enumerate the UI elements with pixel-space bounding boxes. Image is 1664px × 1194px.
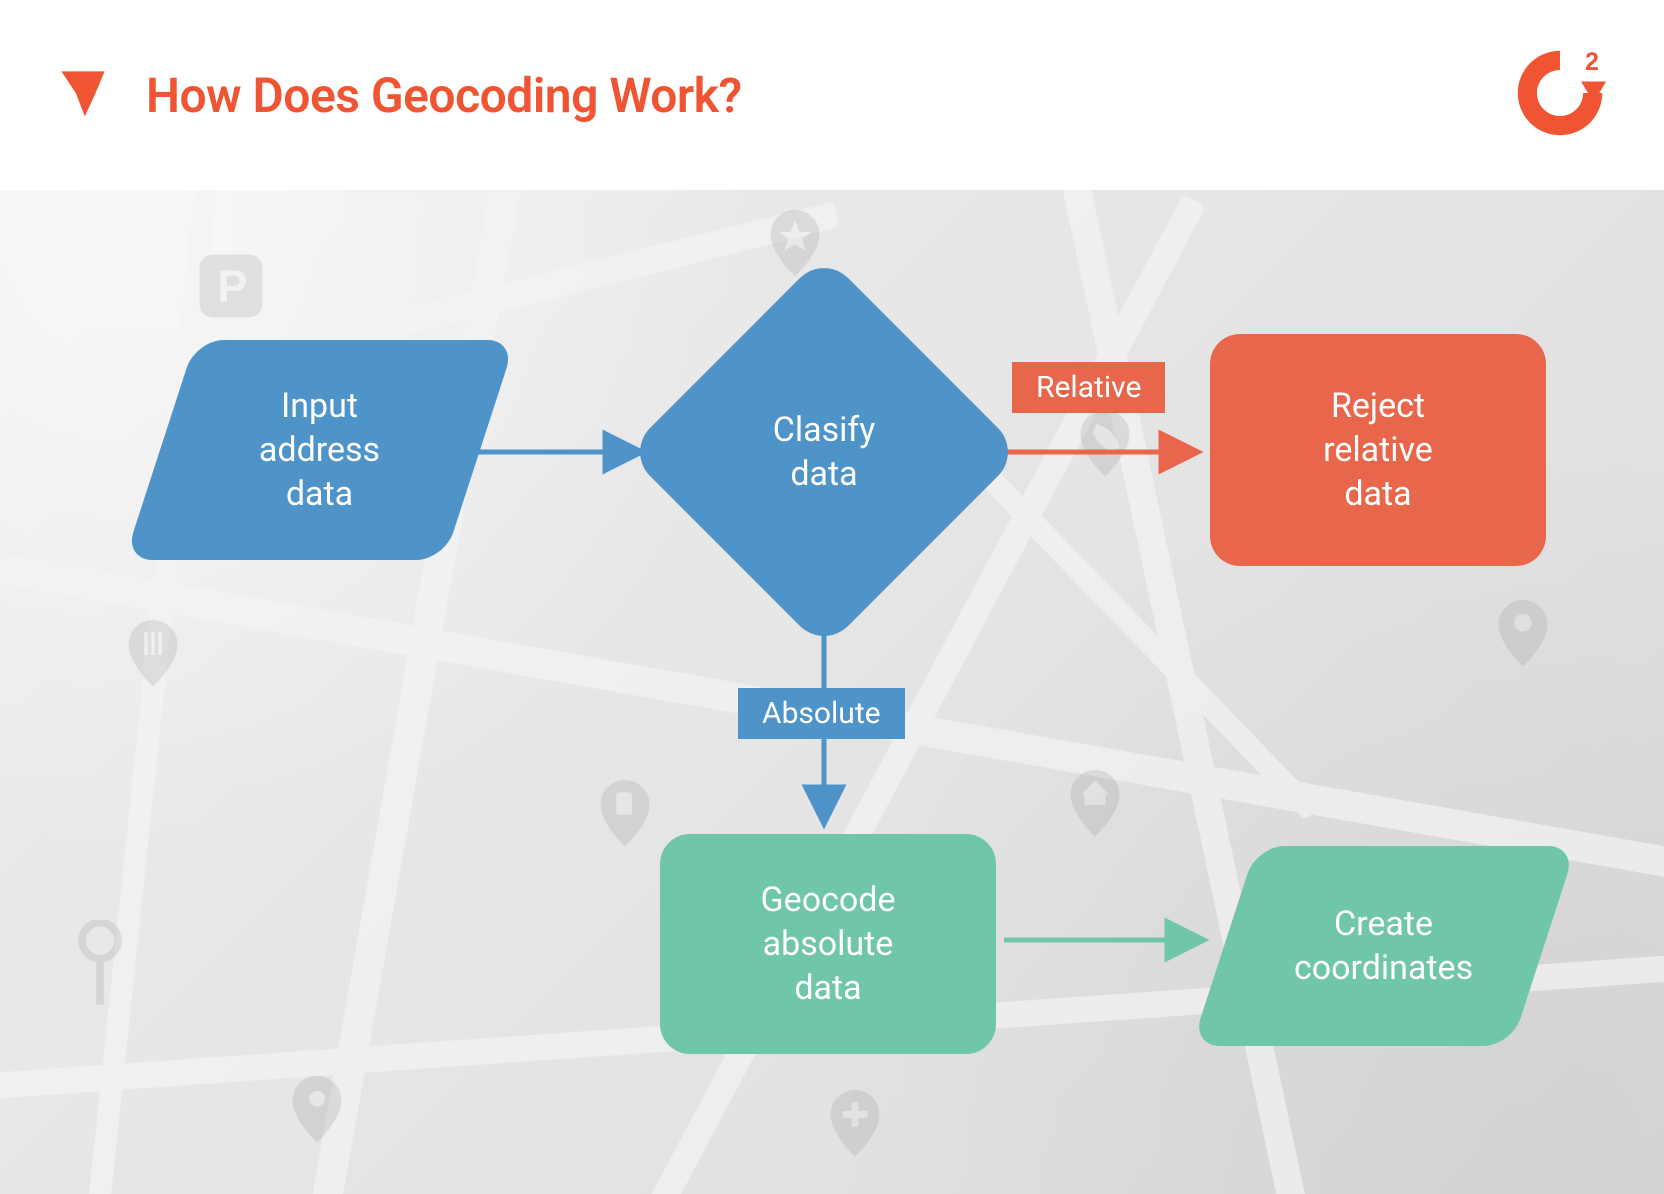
header: How Does Geocoding Work? 2 (0, 0, 1664, 190)
edge-label-relative: Relative (1012, 362, 1165, 413)
g2-logo-icon: 2 (1512, 45, 1608, 145)
node-input-label: Input address data (259, 384, 380, 517)
node-geocode-absolute: Geocode absolute data (660, 834, 996, 1054)
node-create-coordinates: Create coordinates (1192, 846, 1577, 1046)
node-coords-label: Create coordinates (1294, 902, 1473, 990)
flowchart: Input address data Clasify data Reject r… (0, 190, 1664, 1194)
node-classify-data: Clasify data (684, 312, 964, 592)
node-classify-label: Clasify data (773, 408, 876, 496)
header-left: How Does Geocoding Work? (56, 66, 742, 124)
breadcrumb-arrow-icon (56, 66, 110, 124)
diagram-canvas: P (0, 190, 1664, 1194)
page-title: How Does Geocoding Work? (146, 67, 742, 124)
svg-text:2: 2 (1585, 48, 1599, 76)
node-input-address: Input address data (124, 340, 515, 560)
node-geocode-label: Geocode absolute data (761, 878, 896, 1011)
edge-label-absolute: Absolute (738, 688, 905, 739)
node-reject-relative: Reject relative data (1210, 334, 1546, 566)
node-reject-label: Reject relative data (1323, 384, 1433, 517)
